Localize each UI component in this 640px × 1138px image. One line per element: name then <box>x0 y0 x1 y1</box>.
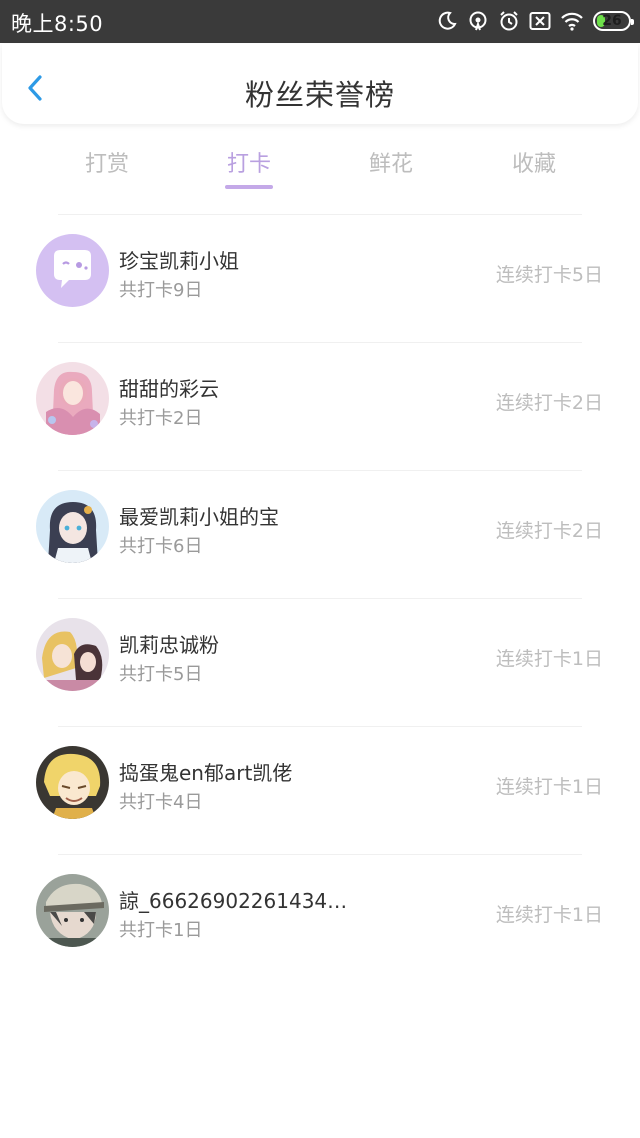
wifi-icon <box>561 12 583 31</box>
tab-favorites[interactable]: 收藏 <box>474 146 594 178</box>
fan-name: 珍宝凯莉小姐 <box>119 249 239 273</box>
battery-level: 26 <box>602 13 622 29</box>
tab-checkin[interactable]: 打卡 <box>189 146 309 178</box>
fan-total-checkins: 共打卡5日 <box>119 664 203 685</box>
status-bar: 晚上8:50 26 <box>0 0 640 43</box>
fan-list: 珍宝凯莉小姐 共打卡9日 连续打卡5日 甜甜的彩云 共打卡2日 连续打卡2日 最… <box>0 214 640 982</box>
page-title: 粉丝荣誉榜 <box>244 78 395 112</box>
list-item[interactable]: 甜甜的彩云 共打卡2日 连续打卡2日 <box>36 342 603 470</box>
fan-name: 最爱凯莉小姐的宝 <box>119 505 279 529</box>
fan-total-checkins: 共打卡2日 <box>119 408 203 429</box>
tab-flowers[interactable]: 鲜花 <box>331 146 451 178</box>
alarm-icon <box>500 11 518 31</box>
fan-total-checkins: 共打卡1日 <box>119 920 203 941</box>
fan-total-checkins: 共打卡4日 <box>119 792 203 813</box>
battery-indicator: 26 <box>593 11 634 31</box>
anime-girl-dark-hair-avatar <box>36 490 109 563</box>
fan-total-checkins: 共打卡9日 <box>119 280 203 301</box>
fan-streak: 连续打卡2日 <box>495 520 603 542</box>
active-tab-indicator <box>225 185 273 189</box>
moon-icon <box>438 11 457 30</box>
list-item[interactable]: 凯莉忠诚粉 共打卡5日 连续打卡1日 <box>36 598 603 726</box>
fan-name: 捣蛋鬼en郁art凯佬 <box>119 761 293 785</box>
fan-name: 凯莉忠诚粉 <box>119 633 219 657</box>
status-icons: 26 <box>436 7 634 35</box>
anime-boy-cap-avatar <box>36 874 109 947</box>
tab-reward[interactable]: 打赏 <box>47 146 167 178</box>
no-sim-icon <box>529 12 551 30</box>
header: 粉丝荣誉榜 <box>2 44 638 124</box>
chat-bubble-avatar <box>36 234 109 307</box>
anime-girl-pink-avatar <box>36 362 109 435</box>
tab-bar: 打赏 打卡 鲜花 收藏 <box>0 140 640 200</box>
fan-streak: 连续打卡1日 <box>495 904 603 926</box>
fan-streak: 连续打卡1日 <box>495 648 603 670</box>
status-time: 晚上8:50 <box>11 12 104 36</box>
anime-couple-avatar <box>36 618 109 691</box>
fan-streak: 连续打卡5日 <box>495 264 603 286</box>
fan-streak: 连续打卡1日 <box>495 776 603 798</box>
fan-name: 諒_6662690226143401... <box>119 889 359 913</box>
anime-boy-blonde-avatar <box>36 746 109 819</box>
hotspot-icon <box>469 11 487 31</box>
list-item[interactable]: 諒_6662690226143401... 共打卡1日 连续打卡1日 <box>36 854 603 982</box>
fan-total-checkins: 共打卡6日 <box>119 536 203 557</box>
fan-name: 甜甜的彩云 <box>119 377 219 401</box>
list-item[interactable]: 最爱凯莉小姐的宝 共打卡6日 连续打卡2日 <box>36 470 603 598</box>
list-item[interactable]: 珍宝凯莉小姐 共打卡9日 连续打卡5日 <box>36 214 603 342</box>
list-item[interactable]: 捣蛋鬼en郁art凯佬 共打卡4日 连续打卡1日 <box>36 726 603 854</box>
fan-streak: 连续打卡2日 <box>495 392 603 414</box>
